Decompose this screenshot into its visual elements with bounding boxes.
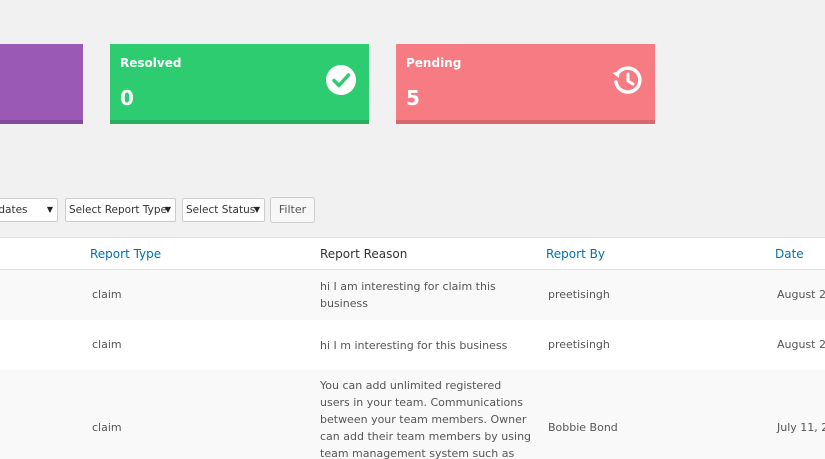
cell-report-type: claim [92,288,122,301]
table-row: claim hi I am interesting for claim this… [0,270,825,320]
card-value: 5 [406,86,420,110]
cell-report-by: preetisingh [548,338,610,351]
table-row: claim You can add unlimited registered u… [0,370,825,459]
column-header-date[interactable]: Date [775,247,804,261]
table-row: claim hi I m interesting for this busine… [0,320,825,370]
summary-card-pending: Pending 5 [396,44,655,124]
card-value: 0 [120,86,134,110]
card-title: Pending [406,56,462,70]
cell-date: August 21 [777,338,825,351]
report-type-label: Select Report Type [69,204,167,216]
date-filter-select[interactable]: All dates ▼ [0,198,58,222]
status-select[interactable]: Select Status ▼ [182,198,265,222]
cell-report-by: Bobbie Bond [548,421,618,434]
column-header-report-type[interactable]: Report Type [90,247,161,261]
dropdown-arrow-icon: ▼ [46,205,53,214]
check-circle-icon [326,65,356,95]
status-label: Select Status [186,204,256,216]
cell-report-type: claim [92,338,122,351]
filter-button[interactable]: Filter [270,197,315,223]
report-type-select[interactable]: Select Report Type ▼ [65,198,176,222]
history-icon [612,66,642,94]
summary-card-resolved: Resolved 0 [110,44,369,124]
dropdown-arrow-icon: ▼ [164,205,171,214]
dropdown-arrow-icon: ▼ [253,205,260,214]
summary-card-total [0,44,83,124]
cell-report-type: claim [92,421,122,434]
table-header: Report Type Report Reason Report By Date [0,238,825,270]
cell-report-reason: hi I m interesting for this business [320,339,508,352]
cell-report-reason: hi I am interesting for claim this busin… [320,280,496,310]
column-header-report-reason: Report Reason [320,247,408,261]
cell-report-reason: You can add unlimited registered users i… [320,379,532,459]
date-filter-label: All dates [0,204,28,216]
cell-report-by: preetisingh [548,288,610,301]
column-header-report-by[interactable]: Report By [546,247,605,261]
cell-date: August 21 [777,288,825,301]
cell-date: July 11, 20 [777,421,825,434]
card-title: Resolved [120,56,182,70]
reports-table: Report Type Report Reason Report By Date… [0,237,825,459]
